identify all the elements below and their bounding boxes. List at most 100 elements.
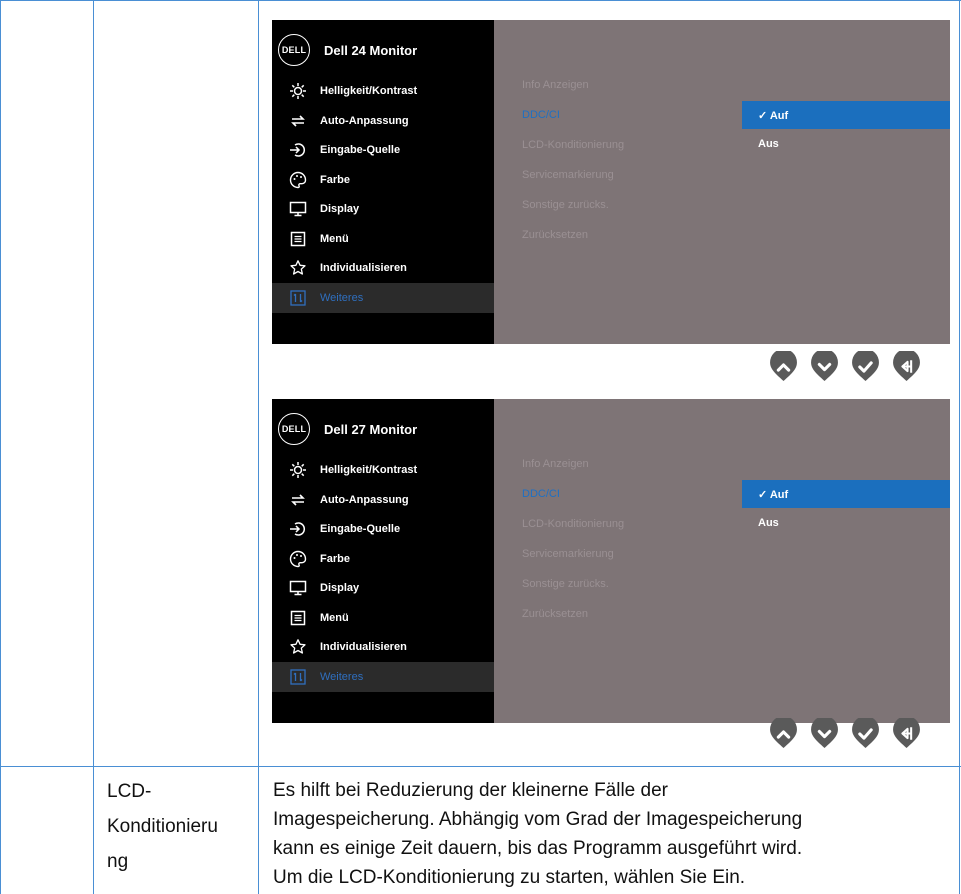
- down-icon: [811, 348, 838, 381]
- star-icon: [288, 637, 308, 657]
- check-button[interactable]: [850, 715, 881, 749]
- menu-item-men-[interactable]: Menü: [272, 224, 494, 254]
- menu-item-label: Display: [320, 582, 360, 594]
- submenu-item[interactable]: Zurücksetzen: [522, 608, 588, 620]
- menu-item-label: Farbe: [320, 173, 350, 186]
- feature-name: LCD- Konditionieru ng: [107, 777, 218, 876]
- submenu-item[interactable]: Info Anzeigen: [522, 458, 589, 470]
- back-button[interactable]: [891, 715, 922, 749]
- osd-main-menu: DELL Dell 24 Monitor Helligkeit/Kontrast…: [272, 20, 494, 344]
- brightness-icon: [288, 460, 308, 480]
- submenu-item[interactable]: Info Anzeigen: [522, 79, 589, 91]
- menu-item-weiteres[interactable]: Weiteres: [272, 282, 494, 313]
- menu-item-label: Individualisieren: [320, 641, 407, 653]
- menu-item-label: Menü: [320, 611, 349, 624]
- osd-title: Dell 24 Monitor: [324, 42, 418, 58]
- submenu-item[interactable]: LCD-Konditionierung: [522, 518, 624, 530]
- description-line: Um die LCD-Konditionierung zu starten, w…: [273, 867, 746, 888]
- menu-item-auto-anpassung[interactable]: Auto-Anpassung: [272, 106, 494, 136]
- menu-item-farbe[interactable]: Farbe: [272, 165, 494, 195]
- auto-adjust-icon: [288, 111, 308, 131]
- menu-item-weiteres[interactable]: Weiteres: [272, 661, 494, 692]
- menu-icon: [288, 608, 308, 628]
- feature-name-line: LCD-: [107, 781, 152, 802]
- option-item[interactable]: Aus: [742, 509, 950, 537]
- menu-item-label: Menü: [320, 232, 349, 245]
- osd-submenu-panel: Info Anzeigen DDC/CI LCD-Konditionierung Se…: [494, 399, 950, 723]
- table-border-top: [0, 0, 961, 1]
- description-line: Imagespeicherung. Abhängig vom Grad der …: [273, 809, 803, 830]
- menu-item-eingabe-quelle[interactable]: Eingabe-Quelle: [272, 514, 494, 544]
- table-divider-col2: [258, 0, 259, 894]
- menu-item-individualisieren[interactable]: Individualisieren: [272, 253, 494, 283]
- menu-item-label: Auto-Anpassung: [320, 114, 409, 127]
- osd-header: DELL Dell 27 Monitor: [278, 413, 418, 445]
- others-icon: [288, 667, 308, 687]
- check-icon: [852, 348, 879, 381]
- back-icon: [893, 348, 920, 381]
- osd-nav-buttons-24: [768, 348, 932, 382]
- display-icon: [288, 199, 308, 219]
- input-source-icon: [288, 519, 308, 539]
- menu-item-helligkeit-kontrast[interactable]: Helligkeit/Kontrast: [272, 455, 494, 485]
- check-button[interactable]: [850, 348, 881, 382]
- osd-panel-27: DELL Dell 27 Monitor Helligkeit/Kontrast…: [272, 399, 950, 723]
- dell-logo: DELL: [278, 34, 310, 66]
- brightness-icon: [288, 81, 308, 101]
- menu-item-label: Helligkeit/Kontrast: [320, 464, 418, 476]
- submenu-item[interactable]: Servicemarkierung: [522, 548, 614, 560]
- menu-item-display[interactable]: Display: [272, 573, 494, 603]
- auto-adjust-icon: [288, 490, 308, 510]
- osd-main-menu: DELL Dell 27 Monitor Helligkeit/Kontrast…: [272, 399, 494, 723]
- down-icon: [811, 715, 838, 748]
- menu-icon: [288, 229, 308, 249]
- table-divider-col1: [93, 0, 94, 894]
- osd-panel-24: DELL Dell 24 Monitor Helligkeit/Kontrast…: [272, 20, 950, 344]
- description-line: kann es einige Zeit dauern, bis das Prog…: [273, 838, 803, 859]
- check-icon: [852, 715, 879, 748]
- menu-item-eingabe-quelle[interactable]: Eingabe-Quelle: [272, 135, 494, 165]
- menu-item-label: Display: [320, 203, 360, 215]
- feature-name-line: Konditionieru: [107, 816, 218, 837]
- up-button[interactable]: [768, 348, 799, 382]
- menu-item-individualisieren[interactable]: Individualisieren: [272, 632, 494, 662]
- display-icon: [288, 578, 308, 598]
- star-icon: [288, 258, 308, 278]
- option-selected[interactable]: ✓ Auf: [742, 101, 950, 129]
- osd-title: Dell 27 Monitor: [324, 421, 418, 437]
- table-border-right: [959, 0, 960, 894]
- back-button[interactable]: [891, 348, 922, 382]
- input-source-icon: [288, 140, 308, 160]
- color-palette-icon: [288, 549, 308, 569]
- option-selected[interactable]: ✓ Auf: [742, 480, 950, 508]
- others-icon: [288, 288, 308, 308]
- table-border-left: [0, 0, 1, 894]
- menu-item-label: Eingabe-Quelle: [320, 144, 401, 156]
- menu-item-auto-anpassung[interactable]: Auto-Anpassung: [272, 485, 494, 515]
- submenu-item[interactable]: Sonstige zurücks.: [522, 578, 609, 590]
- submenu-item[interactable]: DDC/CI: [522, 488, 560, 500]
- menu-item-farbe[interactable]: Farbe: [272, 544, 494, 574]
- dell-logo: DELL: [278, 413, 310, 445]
- osd-nav-buttons-27: [768, 715, 932, 749]
- submenu-item[interactable]: Sonstige zurücks.: [522, 199, 609, 211]
- up-button[interactable]: [768, 715, 799, 749]
- up-icon: [770, 348, 797, 381]
- osd-header: DELL Dell 24 Monitor: [278, 34, 418, 66]
- menu-item-label: Individualisieren: [320, 262, 407, 274]
- submenu-item[interactable]: DDC/CI: [522, 109, 560, 121]
- menu-item-display[interactable]: Display: [272, 194, 494, 224]
- down-button[interactable]: [809, 715, 840, 749]
- menu-item-helligkeit-kontrast[interactable]: Helligkeit/Kontrast: [272, 76, 494, 106]
- menu-item-men-[interactable]: Menü: [272, 603, 494, 633]
- feature-name-line: ng: [107, 851, 129, 872]
- submenu-item[interactable]: LCD-Konditionierung: [522, 139, 624, 151]
- down-button[interactable]: [809, 348, 840, 382]
- menu-item-label: Auto-Anpassung: [320, 493, 409, 506]
- menu-item-label: Eingabe-Quelle: [320, 523, 401, 535]
- menu-item-label: Weiteres: [320, 291, 364, 304]
- submenu-item[interactable]: Servicemarkierung: [522, 169, 614, 181]
- option-item[interactable]: Aus: [742, 130, 950, 158]
- menu-item-label: Helligkeit/Kontrast: [320, 85, 418, 97]
- submenu-item[interactable]: Zurücksetzen: [522, 229, 588, 241]
